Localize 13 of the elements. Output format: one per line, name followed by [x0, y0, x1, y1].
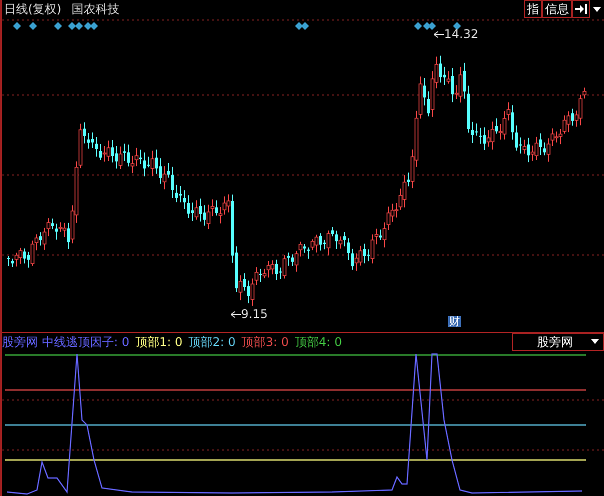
stock-name: 国农科技 — [71, 1, 120, 18]
price-annotation: 14.32 — [444, 28, 478, 40]
toolbar-button[interactable]: 信息 — [542, 0, 572, 18]
period-label: 日线(复权) — [3, 1, 62, 18]
indicator-value: 顶部4: 0 — [294, 334, 342, 350]
indicator-value: 顶部2: 0 — [188, 334, 236, 350]
price-annotation: 9.15 — [241, 308, 268, 320]
event-badge[interactable]: 财 — [448, 316, 461, 327]
indicator-value: 顶部1: 0 — [135, 334, 182, 350]
indicator-value: 顶部3: 0 — [242, 334, 289, 350]
toolbar-button[interactable]: 指 — [524, 0, 542, 18]
indicator-selector[interactable]: 股旁网 — [512, 332, 604, 350]
indicator-value: 股旁网 中线逃顶因子: 0 — [2, 334, 130, 350]
